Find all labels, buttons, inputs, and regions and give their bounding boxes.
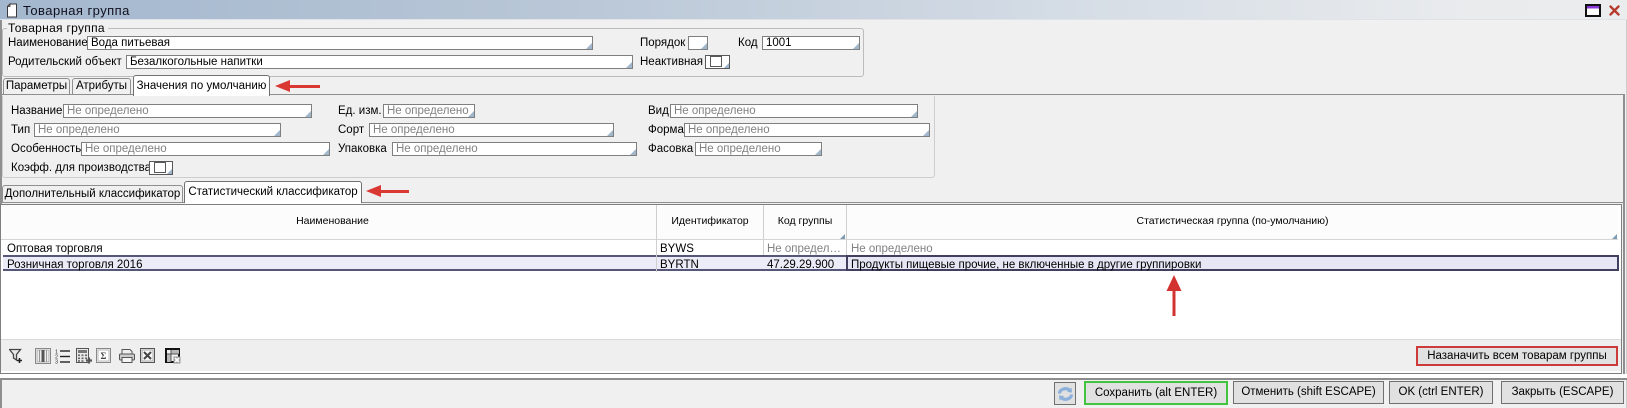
svg-text:Σ: Σ: [101, 351, 107, 361]
svg-text:3: 3: [55, 360, 58, 365]
